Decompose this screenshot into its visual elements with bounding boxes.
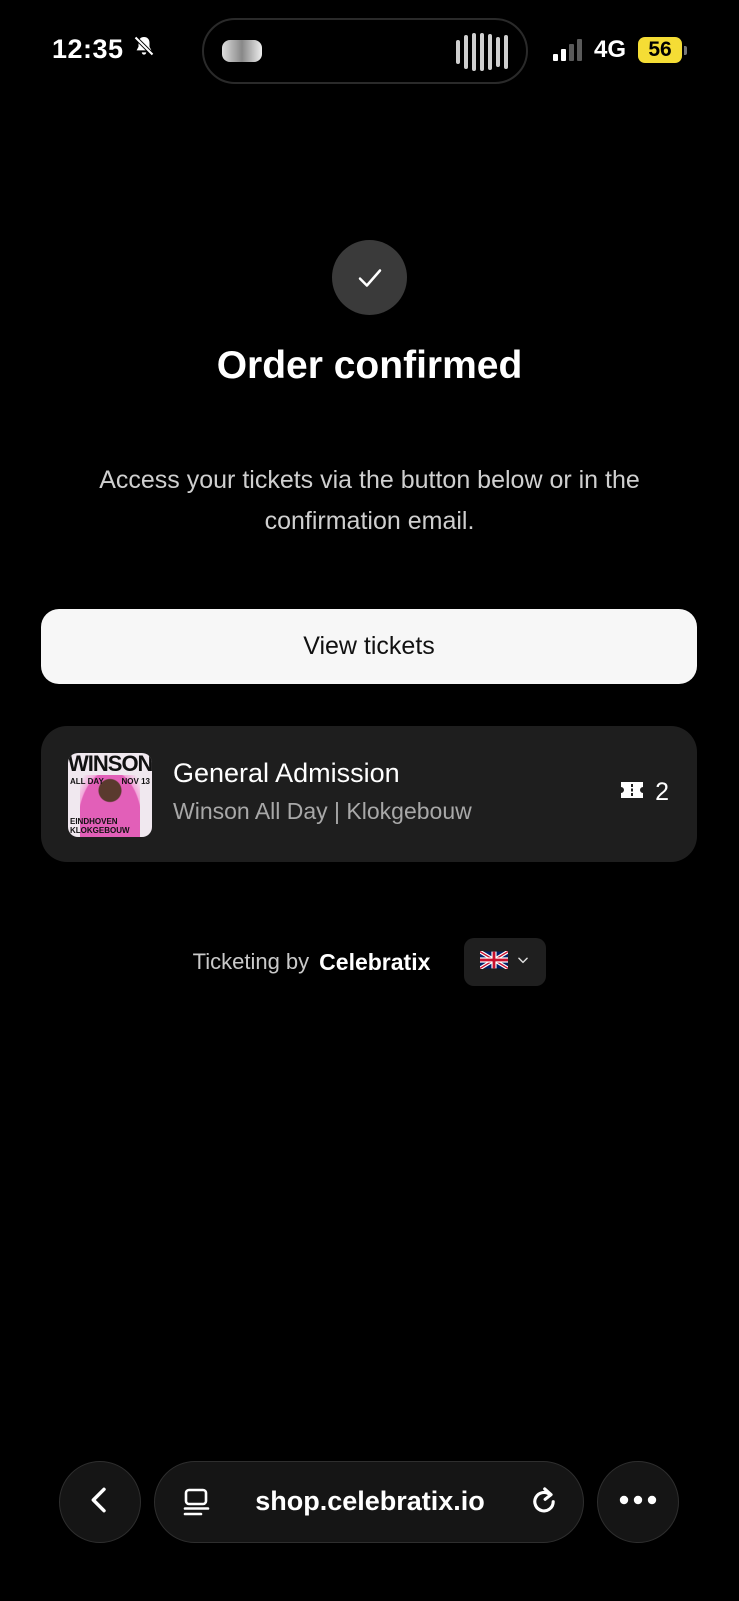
- now-playing-artwork: [222, 40, 262, 62]
- confirmation-message: Access your tickets via the button below…: [99, 466, 640, 535]
- chevron-left-icon: [84, 1484, 116, 1521]
- ticket-icon: [619, 778, 645, 807]
- brand-link[interactable]: Celebratix: [319, 949, 430, 976]
- ticket-quantity: 2: [619, 778, 669, 807]
- ticket-quantity-value: 2: [655, 778, 669, 806]
- ticket-card[interactable]: WINSON ALL DAY NOV 13 EINDHOVEN KLOKGEBO…: [41, 726, 697, 862]
- thumb-tag-bottom: EINDHOVEN KLOKGEBOUW: [70, 817, 130, 835]
- uk-flag-icon: [479, 949, 510, 974]
- ellipsis-icon: [618, 1493, 658, 1511]
- status-time-text: 12:35: [52, 34, 124, 64]
- ticket-type: General Admission: [173, 758, 400, 788]
- view-tickets-button[interactable]: View tickets: [41, 609, 697, 684]
- battery-icon: 56: [638, 37, 687, 63]
- language-select[interactable]: [464, 938, 547, 986]
- ticketing-by-label: Ticketing by: [192, 949, 310, 974]
- reload-icon[interactable]: [527, 1484, 561, 1523]
- battery-level: 56: [638, 37, 682, 63]
- back-button[interactable]: [59, 1461, 141, 1543]
- thumb-tag-right: NOV 13: [121, 777, 150, 786]
- more-options-button[interactable]: [597, 1461, 679, 1543]
- thumb-tag-left: ALL DAY: [70, 777, 104, 786]
- page-title: Order confirmed: [216, 344, 523, 387]
- chevron-down-icon: [516, 953, 530, 972]
- network-type: 4G: [593, 36, 626, 63]
- success-check-icon: [332, 240, 407, 315]
- status-time: 12:35: [52, 34, 156, 65]
- footer: Ticketing by Celebratix: [0, 938, 739, 986]
- status-right: 4G 56: [552, 36, 687, 64]
- audio-waveform-icon: [456, 32, 508, 72]
- silent-bell-icon: [132, 34, 156, 65]
- thumb-title: WINSON: [68, 753, 152, 776]
- event-thumbnail: WINSON ALL DAY NOV 13 EINDHOVEN KLOKGEBO…: [68, 753, 152, 837]
- url-text[interactable]: shop.celebratix.io: [155, 1486, 585, 1517]
- cellular-signal-icon: [552, 39, 582, 61]
- ticket-event-venue: Winson All Day | Klokgebouw: [173, 798, 472, 824]
- address-bar[interactable]: shop.celebratix.io: [154, 1461, 584, 1543]
- dynamic-island[interactable]: [202, 18, 528, 84]
